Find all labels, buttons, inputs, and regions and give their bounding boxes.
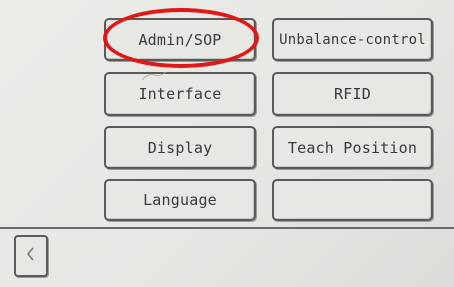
rfid-label: RFID: [334, 85, 371, 103]
back-button[interactable]: [14, 235, 48, 277]
interface-label: Interface: [138, 85, 222, 103]
unbalance-control-label: Unbalance-control: [279, 31, 426, 48]
teach-position-label: Teach Position: [287, 138, 418, 157]
touch-screen: Admin/SOP Unbalance-control Interface RF…: [0, 0, 454, 287]
empty-menu-button[interactable]: [272, 179, 433, 221]
admin-sop-button[interactable]: Admin/SOP: [104, 18, 256, 61]
teach-position-button[interactable]: Teach Position: [272, 126, 433, 169]
language-button[interactable]: Language: [104, 179, 256, 221]
language-label: Language: [143, 191, 217, 209]
footer-divider: [0, 227, 454, 229]
chevron-left-icon: [25, 246, 37, 266]
interface-button[interactable]: Interface: [104, 72, 256, 116]
unbalance-control-button[interactable]: Unbalance-control: [272, 18, 433, 61]
display-button[interactable]: Display: [104, 126, 256, 169]
rfid-button[interactable]: RFID: [272, 72, 433, 116]
admin-sop-label: Admin/SOP: [138, 30, 222, 49]
display-label: Display: [147, 138, 213, 157]
